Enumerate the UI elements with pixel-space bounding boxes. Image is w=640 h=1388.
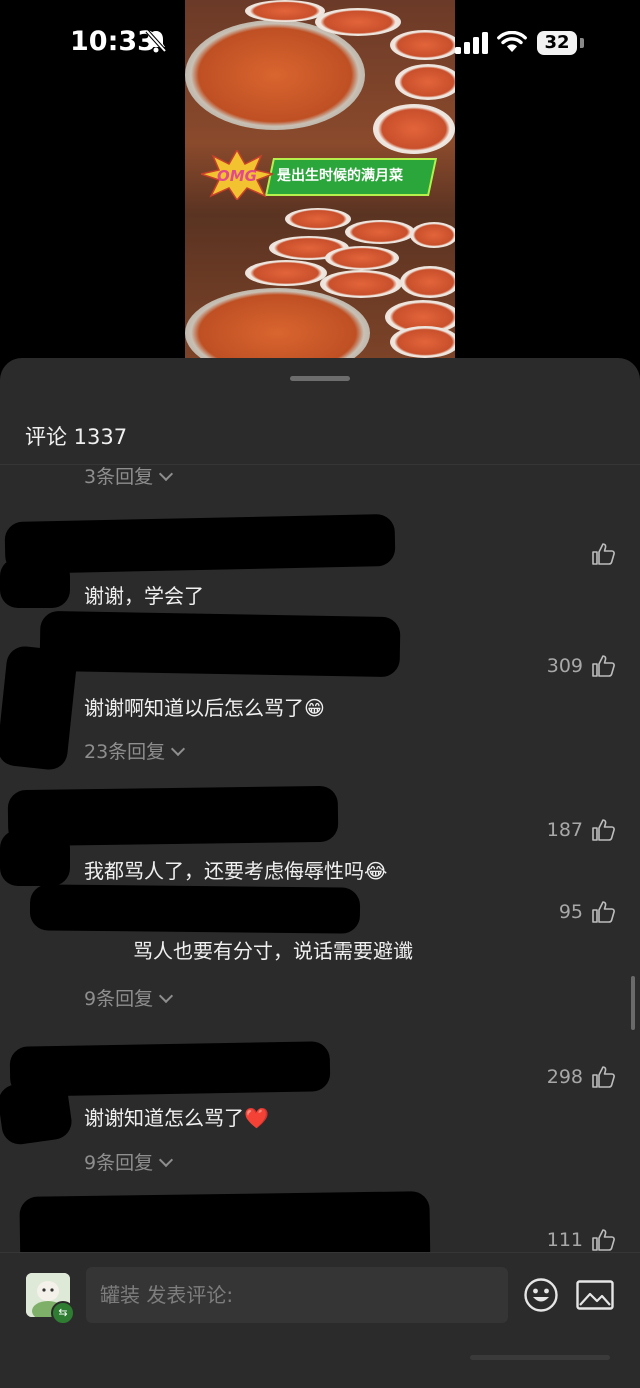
redaction-scribble xyxy=(29,884,361,934)
redaction-scribble xyxy=(0,558,70,608)
reply-text: 骂人也要有分寸，说话需要避谶 xyxy=(133,939,413,963)
plate xyxy=(345,220,415,244)
omg-sticker: OMG xyxy=(201,150,273,200)
thumbs-up-icon[interactable] xyxy=(592,655,616,677)
plate xyxy=(400,266,455,298)
view-replies-label: 9条回复 xyxy=(84,1152,154,1174)
plate xyxy=(373,104,455,154)
sheet-drag-handle[interactable] xyxy=(290,376,350,381)
view-replies-label: 23条回复 xyxy=(84,741,166,763)
home-indicator xyxy=(470,1355,610,1360)
chevron-down-icon xyxy=(159,466,174,482)
comments-title: 评论 1337 xyxy=(25,425,128,449)
steamer-tray xyxy=(185,288,370,358)
thumbs-up-icon[interactable] xyxy=(592,1229,616,1251)
battery-indicator: 32 xyxy=(537,31,577,55)
thumbs-up-icon[interactable] xyxy=(592,819,616,841)
status-bar: 10:33 32 xyxy=(0,0,640,88)
bell-slash-icon xyxy=(145,29,167,57)
comment-composer: ⇆ xyxy=(0,1252,640,1388)
view-replies-link[interactable]: 23条回复 xyxy=(84,737,186,764)
cellular-signal-icon xyxy=(455,32,489,58)
image-icon[interactable] xyxy=(576,1280,614,1310)
view-replies-link[interactable]: 9条回复 xyxy=(84,1148,174,1175)
battery-tip xyxy=(580,38,584,48)
redaction-scribble xyxy=(39,610,401,678)
like-count: 298 xyxy=(546,1066,583,1088)
emoji-icon[interactable] xyxy=(523,1277,559,1313)
view-replies-label: 9条回复 xyxy=(84,988,154,1010)
comment-text: 谢谢知道怎么骂了❤️ xyxy=(84,1106,269,1130)
wifi-icon xyxy=(497,30,527,57)
thumbs-up-icon[interactable] xyxy=(592,543,616,565)
thumbs-up-icon[interactable] xyxy=(592,901,616,923)
video-banner-text: 是出生时候的满月菜 xyxy=(277,168,403,184)
plate xyxy=(325,246,399,270)
thumbs-up-icon[interactable] xyxy=(592,1066,616,1088)
plate xyxy=(285,208,351,230)
scrollbar[interactable] xyxy=(631,976,635,1030)
plate xyxy=(390,326,455,358)
plate xyxy=(320,270,402,298)
plate xyxy=(410,222,455,248)
redaction-scribble xyxy=(0,830,70,886)
redaction-scribble xyxy=(0,1077,74,1147)
like-count: 309 xyxy=(546,655,583,677)
swap-badge-icon: ⇆ xyxy=(51,1301,75,1325)
comment-text: 谢谢啊知道以后怎么骂了😁 xyxy=(84,696,325,720)
like-count: 187 xyxy=(546,819,583,841)
chevron-down-icon xyxy=(159,988,174,1004)
plate xyxy=(245,260,327,286)
comment-text: 我都骂人了，还要考虑侮辱性吗😂 xyxy=(84,859,388,883)
view-replies-link[interactable]: 3条回复 xyxy=(84,462,174,489)
chevron-down-icon xyxy=(159,1152,174,1168)
comment-text: 谢谢，学会了 xyxy=(84,584,204,608)
omg-sticker-text: OMG xyxy=(217,167,257,185)
like-count: 111 xyxy=(546,1229,583,1251)
view-replies-label: 3条回复 xyxy=(84,466,154,488)
like-count: 95 xyxy=(558,901,583,923)
view-replies-link[interactable]: 9条回复 xyxy=(84,984,174,1011)
comment-input[interactable] xyxy=(86,1267,508,1323)
comments-sheet: 评论 1337 3条回复 谢谢，学会了 309 谢谢啊知道以后怎么骂了😁 23条… xyxy=(0,358,640,1387)
redaction-scribble xyxy=(0,644,79,772)
chevron-down-icon xyxy=(171,741,186,757)
status-time: 10:33 xyxy=(70,26,156,57)
